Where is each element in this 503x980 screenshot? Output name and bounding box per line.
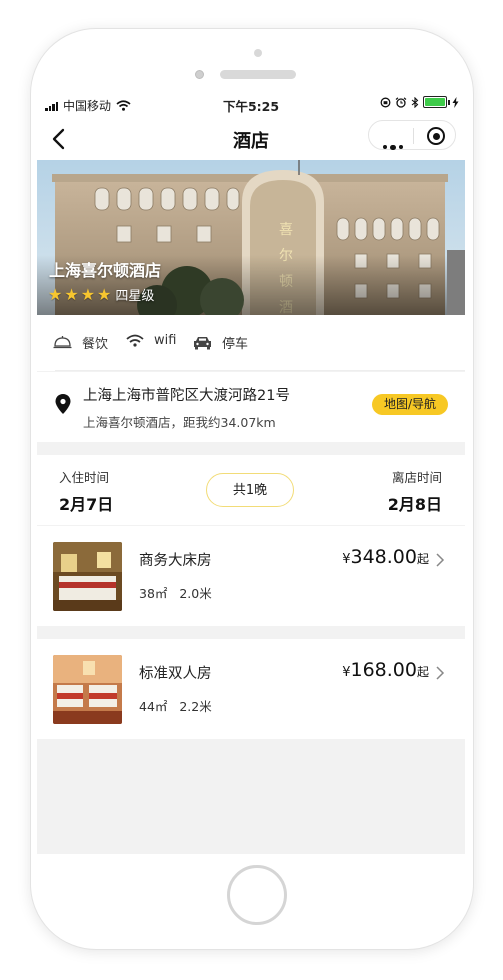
miniprogram-capsule: [368, 120, 456, 150]
earpiece-speaker: [220, 70, 296, 79]
nav-bar: 酒店: [37, 118, 465, 160]
amenities-row: 餐饮 wifi 停车: [37, 315, 465, 371]
hotel-rating: ★ ★ ★ ★ 四星级: [48, 285, 154, 304]
room-area: 44㎡: [139, 699, 168, 714]
close-miniprogram-icon[interactable]: [427, 127, 445, 145]
svg-text:喜: 喜: [279, 222, 293, 238]
hotel-star-level: 四星级: [115, 289, 155, 304]
front-camera: [254, 49, 262, 57]
amenity-dining: 餐饮: [53, 333, 108, 352]
home-button[interactable]: [227, 865, 287, 925]
price-value: 348.00: [350, 546, 417, 568]
divider: [55, 370, 465, 371]
checkin-label: 入住时间: [59, 470, 110, 485]
map-navigation-button[interactable]: 地图/导航: [372, 394, 448, 415]
chevron-right-icon: [436, 553, 445, 567]
rotation-lock-icon: [380, 97, 391, 107]
room-photo: [53, 542, 122, 611]
app-screen: 中国移动 下午5:25 酒店 喜 上海喜尔顿酒店 ★ ★ ★ ★ 四星级 餐饮 …: [37, 90, 465, 854]
charging-icon: [452, 96, 459, 108]
dining-bell-icon: [53, 336, 72, 349]
room-specs: 38㎡ 2.0米: [139, 583, 212, 602]
hotel-address: 上海上海市普陀区大渡河路21号: [83, 388, 290, 404]
room-item[interactable]: 商务大床房 38㎡ 2.0米 ¥348.00起: [37, 526, 465, 626]
amenity-label: wifi: [154, 333, 177, 348]
price-suffix: 起: [416, 552, 429, 566]
chevron-right-icon: [436, 666, 445, 680]
status-bar: 中国移动 下午5:25: [37, 90, 465, 118]
currency-symbol: ¥: [342, 665, 351, 680]
battery-icon: [423, 96, 450, 108]
amenity-parking: 停车: [193, 333, 248, 352]
bluetooth-icon: [411, 96, 419, 108]
amenity-wifi: wifi: [126, 333, 176, 348]
hotel-distance: 上海喜尔顿酒店，距我约34.07km: [83, 415, 276, 430]
room-price: ¥168.00起: [342, 659, 429, 681]
room-bed: 2.0米: [179, 586, 212, 601]
currency-symbol: ¥: [342, 552, 351, 567]
proximity-sensor: [195, 70, 204, 79]
car-icon: [194, 336, 211, 349]
alarm-icon: [395, 96, 407, 108]
room-area: 38㎡: [139, 586, 168, 601]
star-icon: ★: [64, 285, 79, 304]
price-suffix: 起: [416, 665, 429, 679]
address-row[interactable]: 上海上海市普陀区大渡河路21号 上海喜尔顿酒店，距我约34.07km 地图/导航: [37, 372, 465, 442]
room-item[interactable]: 标准双人房 44㎡ 2.2米 ¥168.00起: [37, 639, 465, 739]
price-value: 168.00: [350, 659, 417, 681]
more-dots-icon[interactable]: [383, 134, 406, 153]
room-name: 标准双人房: [139, 666, 212, 682]
room-bed: 2.2米: [179, 699, 212, 714]
hotel-hero-image: 喜 尔 顿 酒: [37, 160, 465, 315]
checkout-label: 离店时间: [391, 470, 442, 485]
location-pin-icon: [55, 394, 71, 414]
star-icon: ★: [48, 285, 63, 304]
room-photo: [53, 655, 122, 724]
checkin-date[interactable]: 2月7日: [59, 491, 113, 515]
amenity-label: 停车: [222, 337, 249, 352]
hotel-name: 上海喜尔顿酒店: [49, 261, 162, 280]
wifi-icon: [126, 334, 144, 347]
amenity-label: 餐饮: [82, 337, 109, 352]
room-specs: 44㎡ 2.2米: [139, 696, 212, 715]
stay-dates: 入住时间 2月7日 共1晚 离店时间 2月8日: [37, 455, 465, 525]
capsule-divider: [413, 128, 414, 144]
room-price: ¥348.00起: [342, 546, 429, 568]
star-icon: ★: [80, 285, 96, 304]
room-name: 商务大床房: [139, 553, 212, 569]
nights-badge: 共1晚: [206, 473, 294, 507]
star-icon: ★: [97, 285, 112, 304]
checkout-date[interactable]: 2月8日: [388, 491, 442, 515]
